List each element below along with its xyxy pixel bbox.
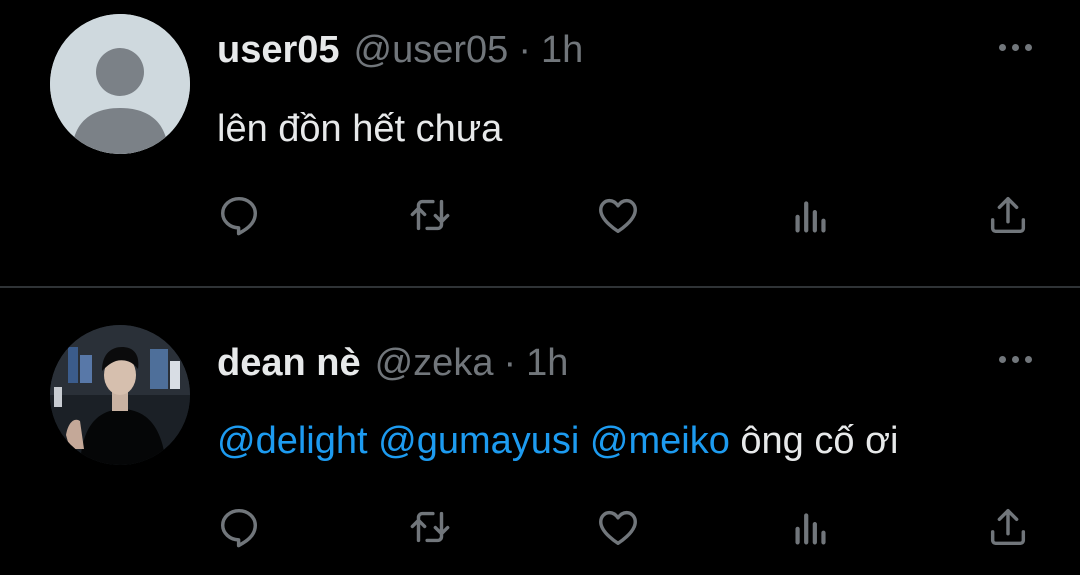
avatar-default[interactable] [50, 14, 190, 154]
retweet-button[interactable] [405, 190, 455, 240]
timestamp[interactable]: 1h [526, 342, 568, 385]
separator-dot: · [503, 341, 517, 384]
share-button[interactable] [983, 502, 1033, 552]
reply-icon [220, 196, 258, 236]
tweet-header: dean nè @zeka · 1h [217, 335, 568, 391]
like-button[interactable] [593, 502, 643, 552]
tweet-header: user05 @user05 · 1h [217, 22, 583, 78]
like-icon [599, 198, 637, 234]
display-name[interactable]: user05 [217, 29, 340, 72]
views-icon [795, 513, 826, 545]
tweet[interactable]: dean nè @zeka · 1h @delight @gumayusi @m… [0, 288, 1080, 575]
share-button[interactable] [983, 190, 1033, 240]
mention-link[interactable]: @meiko [590, 420, 730, 462]
tweet[interactable]: user05 @user05 · 1h lên đồn hết chưa [0, 0, 1080, 287]
like-button[interactable] [593, 190, 643, 240]
reply-button[interactable] [214, 502, 264, 552]
reply-button[interactable] [214, 190, 264, 240]
views-icon [795, 201, 826, 233]
views-button[interactable] [786, 190, 836, 240]
tweet-text-rest: ông cố ơi [729, 420, 899, 462]
mention-link[interactable]: @gumayusi [378, 420, 579, 462]
tweet-text: lên đồn hết chưa [217, 108, 503, 150]
timestamp[interactable]: 1h [541, 29, 583, 72]
user-handle[interactable]: @user05 [354, 29, 509, 72]
user-handle[interactable]: @zeka [375, 342, 494, 385]
more-icon[interactable] [999, 44, 1032, 51]
views-button[interactable] [786, 502, 836, 552]
display-name[interactable]: dean nè [217, 342, 361, 385]
more-icon[interactable] [999, 356, 1032, 363]
mention-link[interactable]: @delight [217, 420, 368, 462]
share-icon [990, 508, 1026, 546]
retweet-button[interactable] [405, 502, 455, 552]
share-icon [990, 196, 1026, 234]
avatar-photo[interactable] [50, 325, 190, 465]
action-bar [0, 190, 1080, 240]
action-bar [0, 502, 1080, 552]
separator-dot: · [518, 28, 531, 71]
reply-icon [220, 508, 258, 548]
retweet-icon [410, 199, 450, 231]
like-icon [599, 510, 637, 546]
tweet-text: @delight @gumayusi @meiko ông cố ơi [217, 420, 898, 463]
retweet-icon [410, 511, 450, 543]
